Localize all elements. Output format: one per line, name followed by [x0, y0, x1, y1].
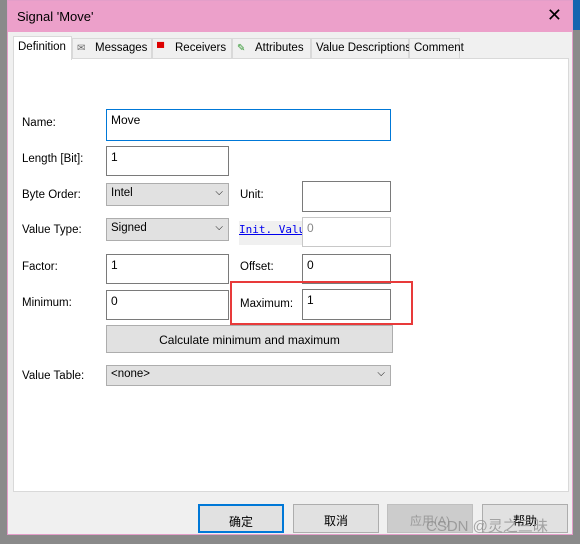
tab-receivers[interactable]: ▀ Receivers — [152, 38, 232, 59]
watermark: CSDN @灵之三昧 — [426, 518, 548, 535]
tab-label: Receivers — [175, 42, 227, 54]
tab-label: Definition — [18, 41, 66, 53]
envelope-icon: ✉ — [77, 43, 86, 54]
init-value-input[interactable]: 0 — [302, 217, 391, 247]
length-label: Length [Bit]: — [22, 153, 84, 165]
maximum-input[interactable]: 1 — [302, 289, 391, 320]
minimum-input[interactable]: 0 — [106, 290, 229, 320]
tab-messages[interactable]: ✉ Messages — [72, 38, 152, 59]
chevron-down-icon: ⌵ — [377, 368, 385, 379]
tab-label: Attributes — [255, 42, 304, 54]
chevron-down-icon: ⌵ — [215, 222, 223, 233]
minimum-label: Minimum: — [22, 297, 72, 309]
name-label: Name: — [22, 117, 56, 129]
close-icon[interactable]: ✕ — [547, 5, 562, 26]
calculate-min-max-button[interactable]: Calculate minimum and maximum — [106, 325, 393, 353]
offset-input[interactable]: 0 — [302, 254, 391, 284]
value-table-label: Value Table: — [22, 370, 85, 382]
value-type-select[interactable]: Signed ⌵ — [106, 218, 229, 241]
cancel-button[interactable]: 取消 — [293, 504, 379, 533]
value-table-value: <none> — [111, 368, 151, 380]
receiver-icon: ▀ — [157, 43, 165, 54]
chevron-down-icon: ⌵ — [215, 187, 223, 198]
tab-comment[interactable]: Comment — [409, 38, 464, 59]
name-input[interactable]: Move — [106, 109, 391, 141]
value-type-label: Value Type: — [22, 224, 82, 236]
factor-label: Factor: — [22, 261, 58, 273]
length-input[interactable]: 1 — [106, 146, 229, 176]
tab-attributes[interactable]: ✎ Attributes — [232, 38, 311, 59]
tab-label: Value Descriptions — [316, 42, 412, 54]
value-type-value: Signed — [111, 222, 147, 234]
init-value-link[interactable]: Init. Value — [239, 221, 302, 245]
title-bar: Signal 'Move' ✕ — [8, 1, 572, 32]
signal-dialog: Signal 'Move' ✕ Definition ✉ Messages ▀ Re… — [7, 0, 573, 535]
byte-order-value: Intel — [111, 187, 133, 199]
ok-button[interactable]: 确定 — [198, 504, 284, 533]
unit-input[interactable] — [302, 181, 391, 212]
attributes-pencil-icon: ✎ — [237, 43, 246, 54]
byte-order-select[interactable]: Intel ⌵ — [106, 183, 229, 206]
factor-input[interactable]: 1 — [106, 254, 229, 284]
tab-definition[interactable]: Definition — [13, 36, 72, 60]
byte-order-label: Byte Order: — [22, 189, 81, 201]
value-table-select[interactable]: <none> ⌵ — [106, 365, 391, 386]
tab-label: Comment — [414, 42, 464, 54]
background-window-strip — [573, 0, 580, 30]
maximum-label: Maximum: — [240, 298, 294, 310]
tab-label: Messages — [95, 42, 148, 54]
offset-label: Offset: — [240, 261, 274, 273]
unit-label: Unit: — [240, 189, 264, 201]
tab-value-descriptions[interactable]: Value Descriptions — [311, 38, 412, 59]
definition-panel: Name: Move Length [Bit]: 1 Byte Order: I… — [13, 58, 569, 492]
dialog-title: Signal 'Move' — [17, 9, 94, 24]
